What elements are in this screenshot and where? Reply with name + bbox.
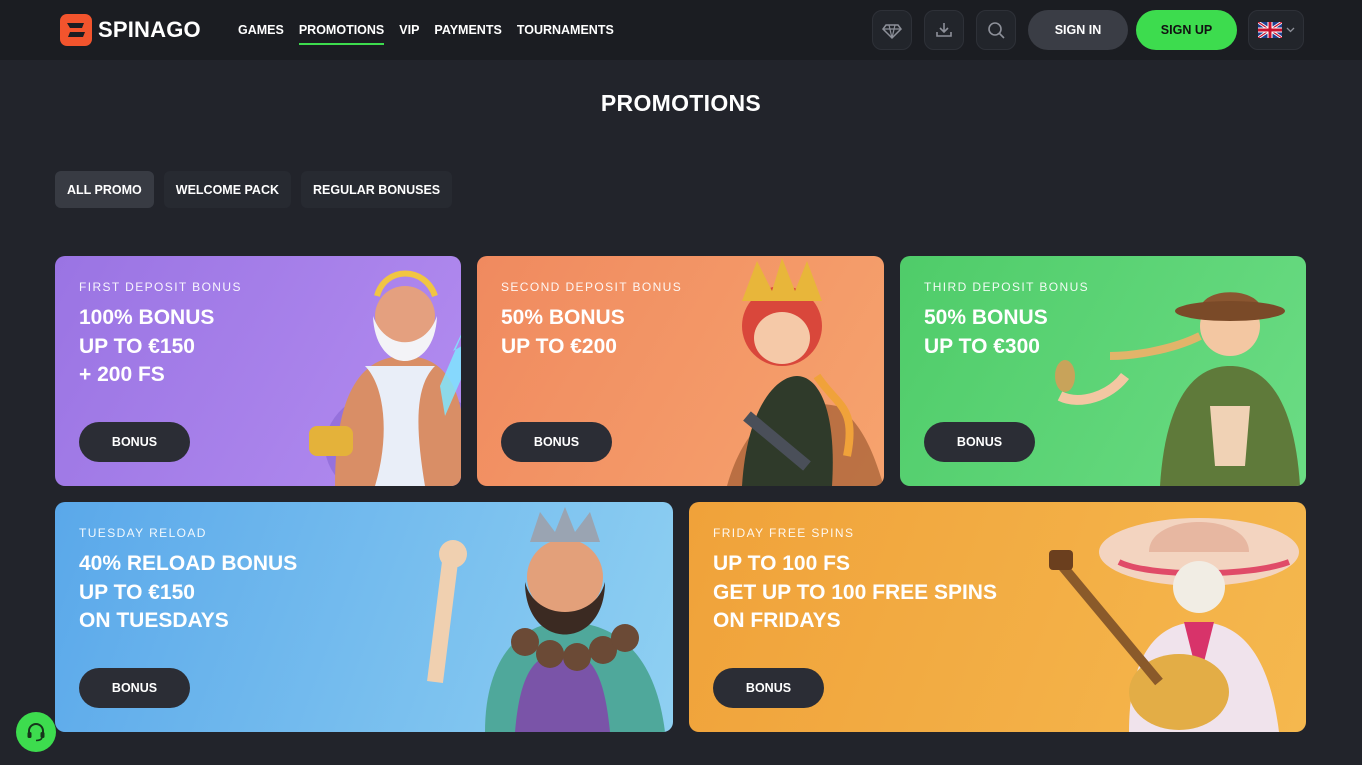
logo[interactable]: SPINAGO [60, 14, 201, 46]
vip-diamond-icon [882, 24, 902, 40]
logo-mark-icon [60, 14, 92, 46]
download-button[interactable] [924, 10, 964, 50]
card-kicker: SECOND DEPOSIT BONUS [501, 280, 683, 294]
filter-welcome-pack[interactable]: WELCOME PACK [163, 171, 292, 208]
top-header: SPINAGO GAMES PROMOTIONS VIP PAYMENTS TO… [0, 0, 1362, 60]
bonus-button[interactable]: BONUS [924, 422, 1035, 462]
card-headline: 40% RELOAD BONUS UP TO €150 ON TUESDAYS [79, 552, 298, 632]
uk-flag-icon [1257, 22, 1282, 38]
main-nav: GAMES PROMOTIONS VIP PAYMENTS TOURNAMENT… [238, 0, 629, 60]
card-headline: UP TO 100 FS GET UP TO 100 FREE SPINS ON… [713, 552, 997, 632]
nav-item-tournaments[interactable]: TOURNAMENTS [517, 0, 614, 60]
vip-button[interactable] [872, 10, 912, 50]
language-selector[interactable] [1248, 10, 1304, 50]
filter-all-promo[interactable]: ALL PROMO [55, 171, 154, 208]
logo-text: SPINAGO [98, 17, 201, 42]
card-kicker: TUESDAY RELOAD [79, 526, 207, 540]
warrior-girl-illustration [727, 258, 884, 486]
bonus-button[interactable]: BONUS [79, 422, 190, 462]
headset-icon [27, 723, 45, 742]
dwarf-illustration [427, 507, 665, 732]
nav-item-games[interactable]: GAMES [238, 0, 284, 60]
promo-card-first-deposit[interactable]: FIRST DEPOSIT BONUS 100% BONUS UP TO €15… [55, 256, 461, 486]
card-kicker: THIRD DEPOSIT BONUS [924, 280, 1090, 294]
search-icon [988, 22, 1005, 39]
chevron-down-icon [1286, 27, 1294, 33]
bonus-button[interactable]: BONUS [79, 668, 190, 708]
nav-item-vip[interactable]: VIP [399, 0, 419, 60]
zeus-illustration [309, 270, 461, 486]
nav-item-promotions[interactable]: PROMOTIONS [298, 0, 385, 60]
support-chat-button[interactable] [16, 712, 56, 752]
download-icon [936, 23, 952, 37]
search-button[interactable] [976, 10, 1016, 50]
promo-filters: ALL PROMO WELCOME PACK REGULAR BONUSES [55, 171, 453, 208]
promo-card-tuesday-reload[interactable]: TUESDAY RELOAD 40% RELOAD BONUS UP TO €1… [55, 502, 673, 732]
sign-up-button[interactable]: SIGN UP [1136, 10, 1237, 50]
bonus-button[interactable]: BONUS [713, 668, 824, 708]
filter-regular-bonuses[interactable]: REGULAR BONUSES [301, 171, 453, 208]
bonus-button[interactable]: BONUS [501, 422, 612, 462]
nav-item-payments[interactable]: PAYMENTS [434, 0, 501, 60]
card-kicker: FRIDAY FREE SPINS [713, 526, 855, 540]
promo-card-third-deposit[interactable]: THIRD DEPOSIT BONUS 50% BONUS UP TO €300… [900, 256, 1306, 486]
promo-card-second-deposit[interactable]: SECOND DEPOSIT BONUS 50% BONUS UP TO €20… [477, 256, 884, 486]
mariachi-skeleton-illustration [1049, 518, 1299, 732]
card-kicker: FIRST DEPOSIT BONUS [79, 280, 242, 294]
page-title: PROMOTIONS [600, 90, 762, 116]
card-headline: 100% BONUS UP TO €150 + 200 FS [79, 306, 215, 386]
promo-card-friday-free-spins[interactable]: FRIDAY FREE SPINS UP TO 100 FS GET UP TO… [689, 502, 1306, 732]
card-headline: 50% BONUS UP TO €300 [924, 306, 1048, 358]
card-headline: 50% BONUS UP TO €200 [501, 306, 625, 358]
sign-in-button[interactable]: SIGN IN [1028, 10, 1128, 50]
